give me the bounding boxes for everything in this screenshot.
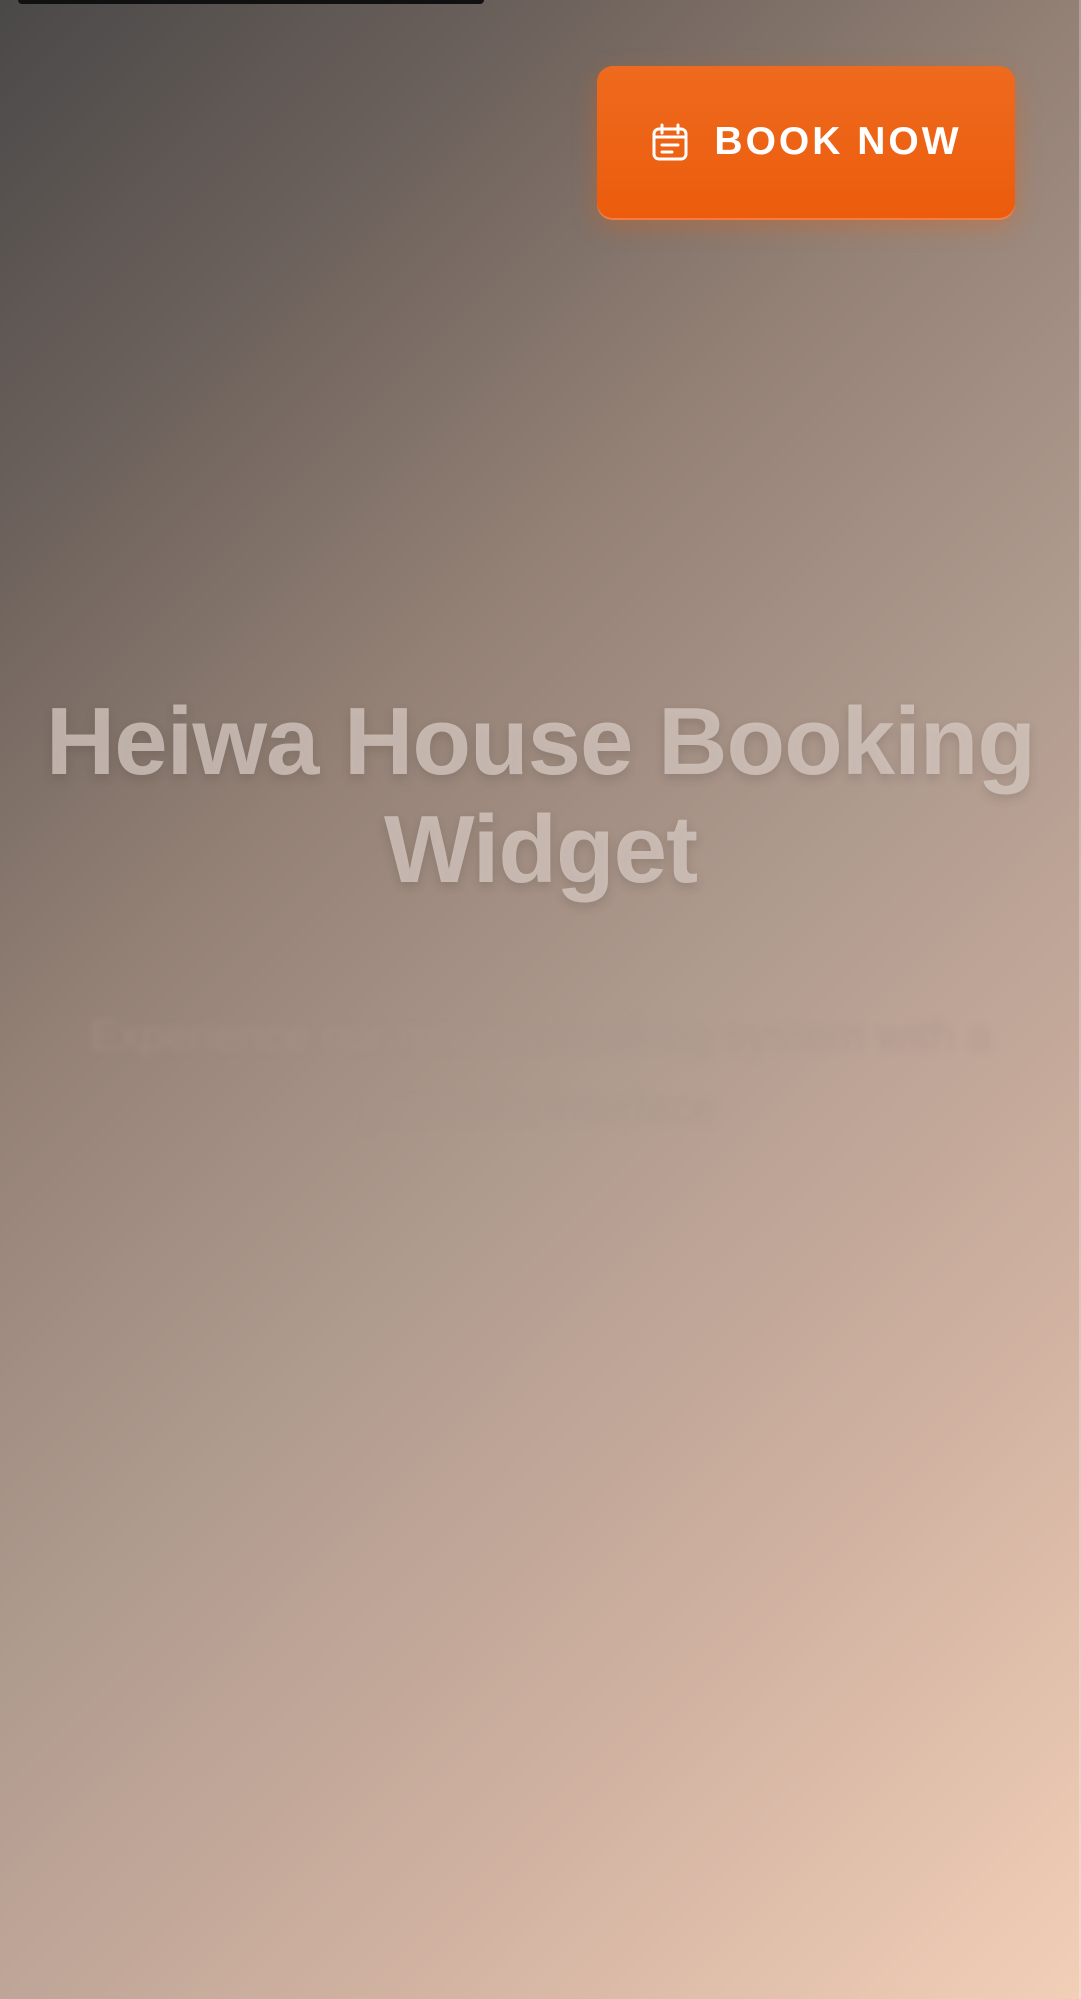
calendar-icon xyxy=(650,122,690,162)
book-now-button[interactable]: BOOK NOW xyxy=(597,66,1015,218)
top-bar xyxy=(18,0,484,4)
page-title: Heiwa House Booking Widget xyxy=(45,688,1036,903)
book-now-label: BOOK NOW xyxy=(714,120,962,163)
page-subtitle: Experience our modern booking system wit… xyxy=(89,1011,992,1132)
